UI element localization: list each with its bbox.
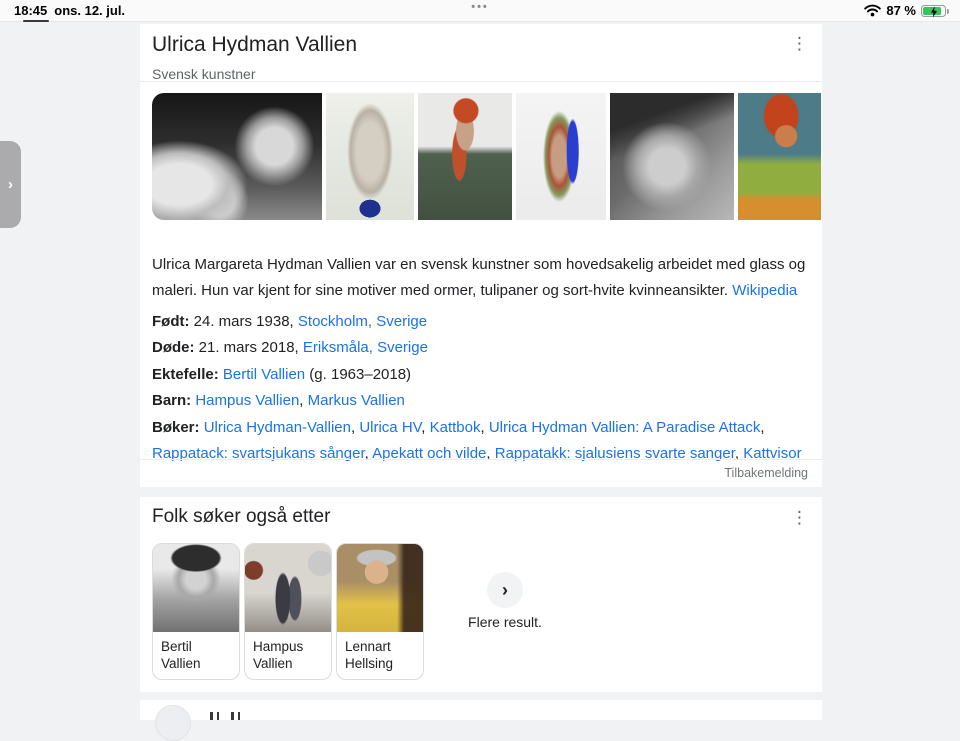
fact-text: 24. mars 1938, bbox=[189, 313, 298, 330]
fact-label: Barn: bbox=[152, 392, 192, 410]
more-results-button[interactable]: › bbox=[487, 572, 523, 608]
fact-link[interactable]: Stockholm, Sverige bbox=[298, 313, 427, 330]
bw-face-portrait[interactable] bbox=[610, 93, 734, 220]
more-options-icon[interactable]: ⋮ bbox=[791, 35, 808, 53]
time-underline bbox=[23, 20, 49, 22]
fact-label: Født: bbox=[152, 313, 190, 330]
vase-with-blue-figure[interactable] bbox=[516, 93, 606, 220]
fact-link[interactable]: Ulrica Hydman-Vallien bbox=[204, 419, 351, 436]
person-card[interactable]: Hampus Vallien bbox=[244, 543, 332, 680]
painted-glass-vase[interactable] bbox=[326, 93, 414, 220]
person-card[interactable]: Lennart Hellsing bbox=[336, 543, 424, 680]
bw-photo-artist-with-glass-vase[interactable] bbox=[152, 93, 322, 220]
fact-link[interactable]: Kattbok bbox=[430, 419, 481, 436]
status-bar: 18:45 ons. 12. jul. ••• 87 % bbox=[0, 0, 960, 22]
person-name: Bertil Vallien bbox=[161, 639, 201, 671]
fact-label: Bøker: bbox=[152, 418, 200, 436]
wikipedia-link[interactable]: Wikipedia bbox=[732, 282, 797, 299]
person-name: Lennart Hellsing bbox=[345, 639, 394, 671]
fact-text: , bbox=[480, 418, 489, 436]
battery-charging-icon bbox=[921, 4, 949, 17]
sidebar-pull-tab[interactable]: › bbox=[0, 141, 21, 228]
next-result-clipped bbox=[140, 700, 822, 741]
clipped-text-fragment bbox=[210, 712, 240, 720]
fact-row: Født: 24. mars 1938, Stockholm, Sverige bbox=[152, 309, 808, 335]
description: Ulrica Margareta Hydman Vallien var en s… bbox=[152, 252, 808, 304]
more-options-icon[interactable]: ⋮ bbox=[791, 509, 808, 527]
lennart-hellsing-portrait bbox=[337, 544, 423, 632]
lightning-bolt-icon bbox=[931, 6, 937, 17]
knowledge-panel: Ulrica Hydman Vallien Svensk kunstner ⋮ … bbox=[140, 24, 822, 487]
fact-link[interactable]: Ulrica Hydman Vallien: A Paradise Attack bbox=[489, 419, 761, 436]
fact-label: Ektefelle: bbox=[152, 365, 219, 383]
more-results: › Flere result. bbox=[460, 572, 550, 630]
page-title: Ulrica Hydman Vallien bbox=[152, 33, 358, 56]
people-cards-row: Bertil Vallien Hampus Vallien Lennart Hell… bbox=[152, 543, 424, 680]
fact-link[interactable]: Markus Vallien bbox=[308, 392, 405, 409]
chevron-right-icon: › bbox=[8, 176, 13, 193]
fact-text: , bbox=[299, 392, 308, 410]
fact-row: Ektefelle: Bertil Vallien (g. 1963–2018) bbox=[152, 362, 808, 388]
fact-text: , bbox=[760, 418, 765, 436]
person-name: Hampus Vallien bbox=[253, 639, 304, 671]
divider bbox=[140, 459, 822, 460]
facts-list: Født: 24. mars 1938, Stockholm, Sverige D… bbox=[152, 309, 808, 467]
image-strip bbox=[152, 93, 822, 220]
fact-text: 21. mars 2018, bbox=[194, 339, 303, 357]
fact-text: (g. 1963–2018) bbox=[305, 365, 412, 383]
fact-text: , bbox=[421, 418, 430, 436]
people-also-search-section: Folk søker også etter ⋮ Bertil Vallien Ha… bbox=[140, 497, 822, 692]
description-text: Ulrica Margareta Hydman Vallien var en s… bbox=[152, 256, 806, 299]
result-favicon-circle bbox=[155, 705, 191, 741]
fact-row: Barn: Hampus Vallien, Markus Vallien bbox=[152, 388, 808, 414]
multitask-dots-icon[interactable]: ••• bbox=[0, 1, 960, 13]
fact-link[interactable]: Hampus Vallien bbox=[195, 392, 299, 409]
fact-link[interactable]: Eriksmåla, Sverige bbox=[303, 339, 428, 356]
section-title: Folk søker også etter bbox=[152, 506, 331, 527]
fact-link[interactable]: Bertil Vallien bbox=[223, 366, 305, 383]
fact-row: Døde: 21. mars 2018, Eriksmåla, Sverige bbox=[152, 335, 808, 361]
feedback-link[interactable]: Tilbakemelding bbox=[724, 460, 808, 487]
bertil-vallien-bw-portrait bbox=[153, 544, 239, 632]
more-results-label: Flere result. bbox=[468, 614, 542, 630]
divider bbox=[140, 81, 822, 82]
fact-link[interactable]: Ulrica HV bbox=[359, 419, 421, 436]
fact-label: Døde: bbox=[152, 339, 195, 357]
portrait-red-hair-green-top[interactable] bbox=[738, 93, 821, 220]
page-subtitle: Svensk kunstner bbox=[152, 66, 256, 82]
person-card[interactable]: Bertil Vallien bbox=[152, 543, 240, 680]
chevron-right-icon: › bbox=[502, 579, 508, 600]
hampus-vallien-studio-photo bbox=[245, 544, 331, 632]
portrait-red-headscarf[interactable] bbox=[418, 93, 512, 220]
